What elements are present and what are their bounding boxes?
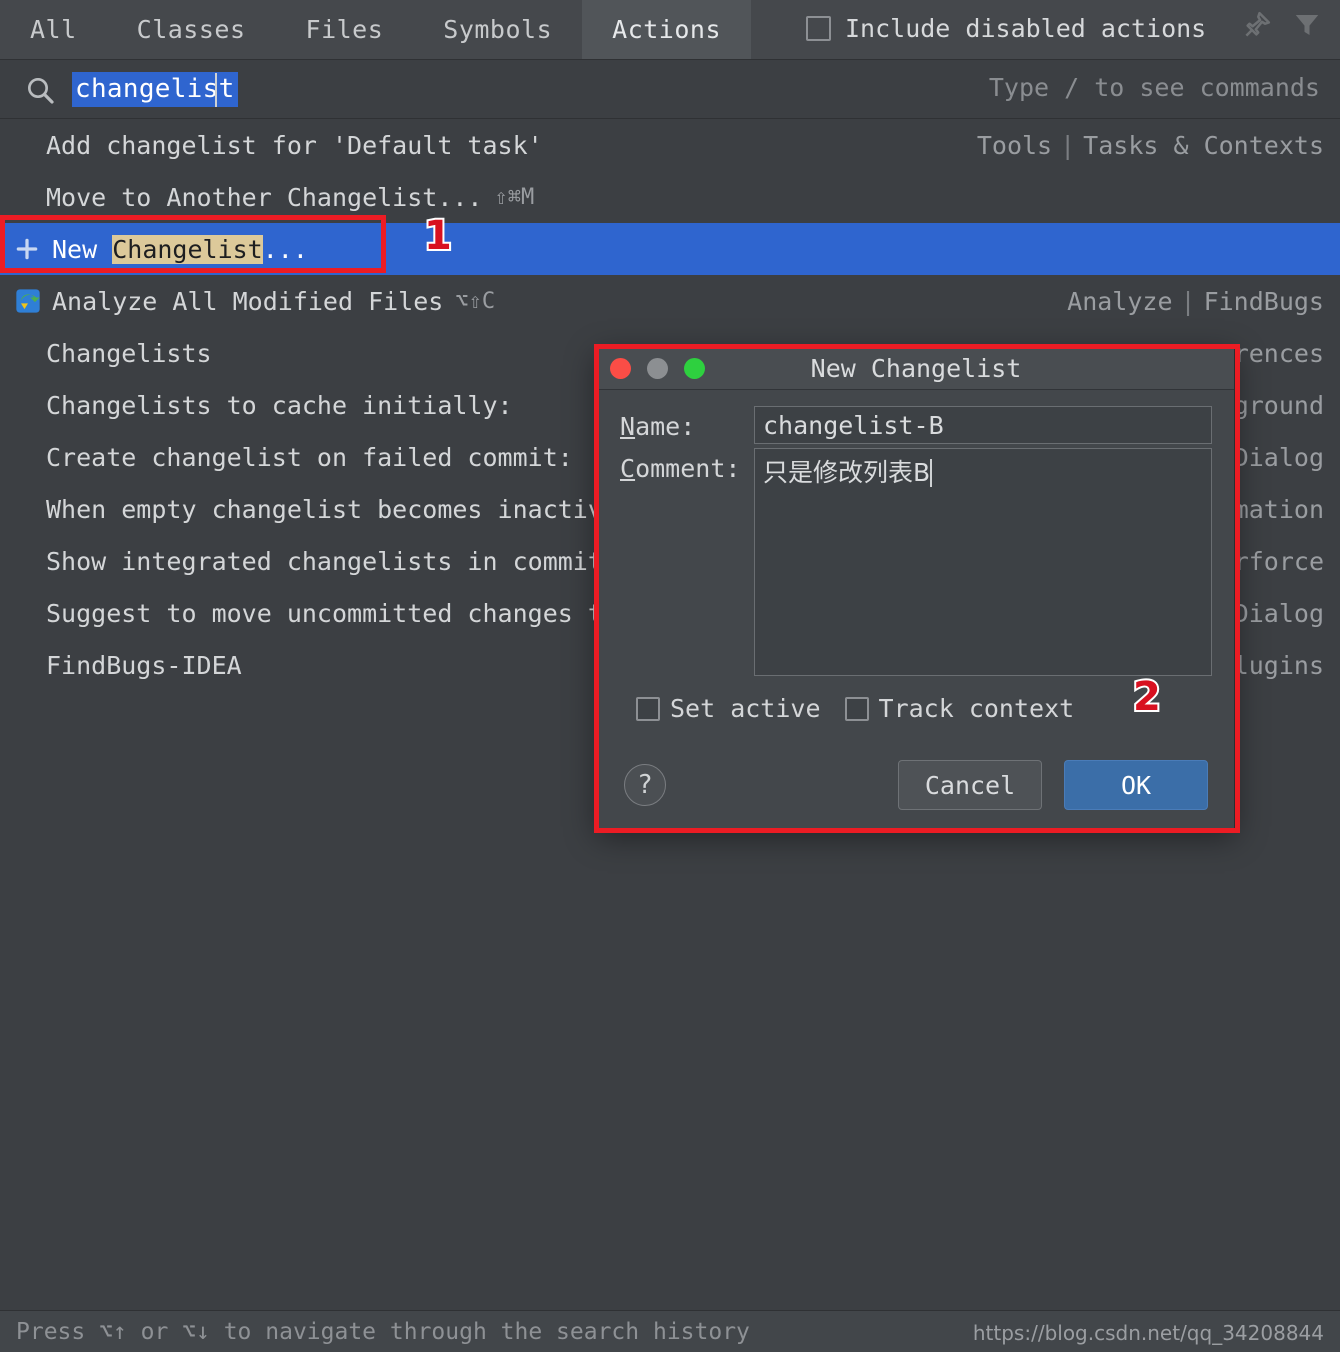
- tab-actions[interactable]: Actions: [582, 0, 751, 59]
- search-hint: Type / to see commands: [988, 73, 1320, 102]
- name-label-rest: ame:: [635, 412, 696, 441]
- settings-group-path: rences: [1233, 338, 1324, 368]
- minimize-button-icon[interactable]: [647, 358, 668, 379]
- result-label-match: Changelist: [112, 234, 263, 264]
- result-group-separator: |: [1060, 130, 1076, 160]
- tab-files-label: Files: [305, 15, 384, 44]
- checkbox-box[interactable]: [844, 696, 869, 721]
- comment-textarea[interactable]: 只是修改列表B: [754, 448, 1212, 676]
- result-group-separator: |: [1180, 286, 1196, 316]
- search-bar[interactable]: changelist Type / to see commands: [0, 60, 1340, 119]
- result-label: Analyze All Modified Files: [52, 286, 444, 316]
- include-disabled-actions-label: Include disabled actions: [845, 14, 1207, 43]
- name-field-label: Name:: [620, 406, 754, 441]
- tab-bar: All Classes Files Symbols Actions Includ…: [0, 0, 1340, 60]
- ok-button[interactable]: OK: [1064, 760, 1208, 810]
- annotation-number-1: 1: [422, 211, 454, 261]
- pin-icon[interactable]: [1242, 10, 1272, 40]
- name-field-row: Name: changelist-B: [620, 406, 1212, 444]
- plus-icon: [14, 236, 46, 262]
- settings-group-path: lugins: [1233, 650, 1324, 680]
- set-active-label: Set active: [670, 694, 821, 723]
- dialog-title: New Changelist: [810, 354, 1022, 383]
- tab-list: All Classes Files Symbols Actions: [0, 0, 751, 59]
- settings-label: Create changelist on failed commit:: [46, 442, 573, 472]
- result-group-primary: Tools: [976, 130, 1053, 160]
- tab-files[interactable]: Files: [276, 0, 414, 59]
- comment-textarea-value: 只是修改列表B: [763, 458, 931, 487]
- settings-group-path: mation: [1233, 494, 1324, 524]
- help-button[interactable]: ?: [624, 764, 666, 806]
- settings-label: Changelists: [46, 338, 212, 368]
- tab-classes-label: Classes: [136, 15, 246, 44]
- result-label-prefix: New: [52, 234, 113, 264]
- settings-group-path: Dialog: [1233, 442, 1324, 472]
- result-label-suffix: ...: [262, 234, 308, 264]
- result-group-path: Analyze | FindBugs: [1067, 275, 1324, 327]
- result-row-move-to-another-changelist[interactable]: Move to Another Changelist... ⇧⌘M: [0, 171, 1340, 223]
- settings-group-path: Dialog: [1233, 598, 1324, 628]
- result-label: New Changelist...: [52, 234, 308, 264]
- settings-label: FindBugs-IDEA: [46, 650, 242, 680]
- result-shortcut: ⇧⌘M: [494, 184, 535, 210]
- settings-label: Changelists to cache initially:: [46, 390, 513, 420]
- result-shortcut: ⌥⇧C: [455, 288, 496, 314]
- quick-search-everywhere-window: All Classes Files Symbols Actions Includ…: [0, 0, 1340, 1352]
- settings-group-path: ground: [1233, 390, 1324, 420]
- status-bar-text: Press ⌥↑ or ⌥↓ to navigate through the s…: [16, 1318, 750, 1345]
- result-row-new-changelist[interactable]: New Changelist...: [0, 223, 1340, 275]
- tab-symbols-label: Symbols: [443, 15, 553, 44]
- settings-label: Show integrated changelists in committe: [46, 546, 633, 576]
- comment-label-rest: omment:: [635, 454, 741, 483]
- track-context-checkbox[interactable]: Track context: [844, 694, 1075, 723]
- tab-symbols[interactable]: Symbols: [413, 0, 582, 59]
- dialog-title-bar[interactable]: New Changelist: [598, 348, 1234, 390]
- checkbox-box[interactable]: [806, 16, 831, 41]
- filter-icon[interactable]: [1292, 10, 1322, 40]
- search-input[interactable]: changelist: [72, 72, 238, 107]
- settings-group-path: rforce: [1233, 546, 1324, 576]
- tab-classes[interactable]: Classes: [107, 0, 276, 59]
- header-icon-group: [1242, 10, 1322, 40]
- track-context-label: Track context: [878, 694, 1075, 723]
- comment-field-label: Comment:: [620, 448, 754, 483]
- result-row-add-changelist[interactable]: Add changelist for 'Default task' Tools …: [0, 119, 1340, 171]
- result-label: Add changelist for 'Default task': [46, 130, 543, 160]
- cancel-button[interactable]: Cancel: [898, 760, 1042, 810]
- name-mnemonic: N: [620, 412, 636, 441]
- new-changelist-dialog: New Changelist Name: changelist-B Commen…: [597, 347, 1235, 829]
- settings-label: Suggest to move uncommitted changes to: [46, 598, 618, 628]
- include-disabled-actions-checkbox[interactable]: Include disabled actions: [806, 14, 1206, 43]
- result-label: Move to Another Changelist...: [46, 182, 483, 212]
- search-icon: [24, 74, 56, 110]
- search-caret: [215, 73, 217, 107]
- comment-caret: [930, 459, 933, 487]
- tab-all-label: All: [30, 15, 77, 44]
- result-group-primary: Analyze: [1067, 286, 1173, 316]
- dialog-footer: ? Cancel OK: [598, 742, 1234, 828]
- name-input[interactable]: changelist-B: [754, 406, 1212, 444]
- result-row-analyze-all-modified-files[interactable]: Analyze All Modified Files ⌥⇧C Analyze |…: [0, 275, 1340, 327]
- checkbox-box[interactable]: [636, 696, 660, 721]
- close-button-icon[interactable]: [610, 358, 631, 379]
- result-group-secondary: FindBugs: [1203, 286, 1324, 316]
- annotation-number-2: 2: [1131, 672, 1163, 722]
- comment-mnemonic: C: [620, 454, 636, 483]
- zoom-button-icon[interactable]: [684, 358, 705, 379]
- window-controls: [610, 358, 705, 379]
- comment-field-row: Comment: 只是修改列表B: [620, 448, 1212, 676]
- settings-label: When empty changelist becomes inactive: [46, 494, 618, 524]
- watermark-url: https://blog.csdn.net/qq_34208844: [972, 1321, 1324, 1345]
- set-active-checkbox[interactable]: Set active: [636, 694, 821, 723]
- result-group-secondary: Tasks & Contexts: [1083, 130, 1324, 160]
- inspection-icon: [14, 287, 46, 315]
- status-bar: Press ⌥↑ or ⌥↓ to navigate through the s…: [0, 1310, 1340, 1352]
- result-group-path: Tools | Tasks & Contexts: [977, 119, 1324, 171]
- tab-actions-label: Actions: [612, 15, 721, 44]
- dialog-checkbox-group: Set active Track context: [636, 694, 1212, 723]
- tab-all[interactable]: All: [0, 0, 107, 59]
